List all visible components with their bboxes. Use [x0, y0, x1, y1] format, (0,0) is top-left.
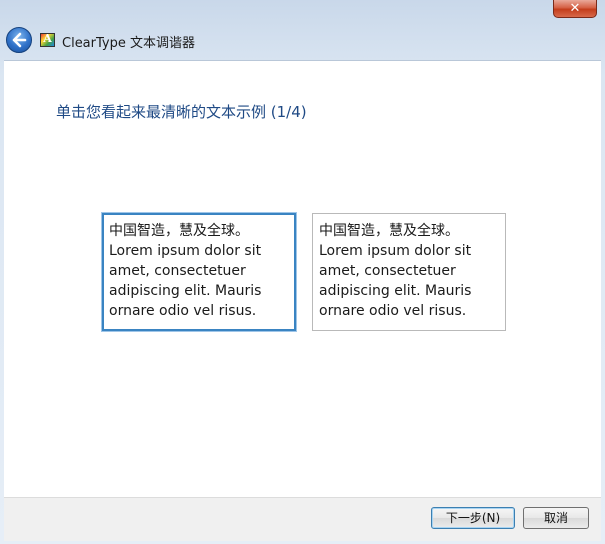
text-sample-2[interactable]: 中国智造，慧及全球。 Lorem ipsum dolor sit amet, c… — [312, 213, 506, 331]
next-button[interactable]: 下一步(N) — [431, 507, 515, 529]
text-sample-1[interactable]: 中国智造，慧及全球。 Lorem ipsum dolor sit amet, c… — [102, 213, 296, 331]
page-heading: 单击您看起来最清晰的文本示例 (1/4) — [56, 103, 307, 121]
app-icon-letter: A — [43, 32, 52, 45]
sample-1-chinese: 中国智造，慧及全球。 — [109, 223, 249, 239]
window-frame: ✕ A ClearType 文本调谐器 单击您看起来最清晰的文本示例 (1/4)… — [0, 0, 605, 544]
sample-1-latin: Lorem ipsum dolor sit amet, consectetuer… — [109, 243, 262, 319]
footer-bar: 下一步(N) 取消 — [4, 497, 601, 541]
close-button[interactable]: ✕ — [553, 0, 597, 18]
cancel-button[interactable]: 取消 — [523, 507, 589, 529]
sample-2-latin: Lorem ipsum dolor sit amet, consectetuer… — [319, 243, 472, 319]
sample-2-chinese: 中国智造，慧及全球。 — [319, 223, 459, 239]
window-title: ClearType 文本调谐器 — [62, 36, 195, 51]
back-arrow-icon — [12, 32, 27, 48]
cleartype-app-icon: A — [40, 32, 55, 47]
back-button[interactable] — [6, 27, 32, 53]
content-area: 单击您看起来最清晰的文本示例 (1/4) 中国智造，慧及全球。 Lorem ip… — [4, 60, 601, 498]
title-bar: A ClearType 文本调谐器 — [0, 22, 605, 60]
